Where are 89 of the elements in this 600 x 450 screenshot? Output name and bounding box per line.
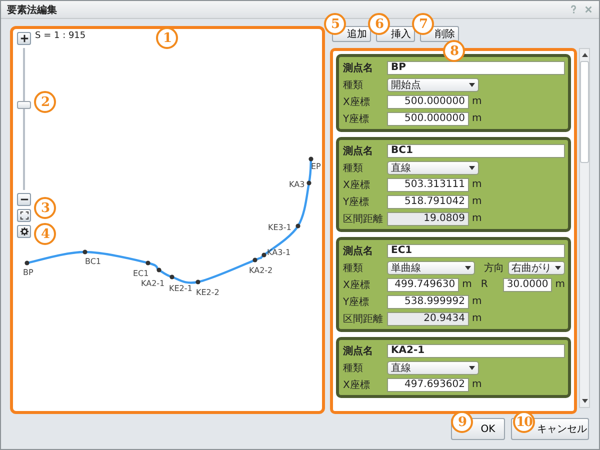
field-label: Y座標: [343, 296, 370, 308]
field-label: Y座標: [343, 196, 370, 208]
survey-point[interactable]: [252, 258, 258, 262]
type-dropdown[interactable]: 単曲線: [387, 260, 475, 274]
plus-icon: [20, 34, 28, 43]
point-name-field[interactable]: KA2-1: [387, 344, 565, 358]
field-label: 種類: [343, 362, 364, 374]
point-label: KE2-2: [196, 288, 220, 297]
scale-label: S = 1 : 915: [35, 31, 86, 41]
unit-label: m: [472, 213, 482, 224]
coordinate-field[interactable]: 499.749630: [387, 278, 460, 292]
slider-thumb[interactable]: [17, 100, 31, 109]
radius-field[interactable]: 30.0000: [502, 278, 552, 292]
scrollbar[interactable]: [579, 48, 590, 408]
zoom-out-button[interactable]: [17, 193, 31, 206]
type-dropdown[interactable]: 直線: [387, 360, 479, 374]
caret-icon: [555, 266, 561, 270]
field-label: R: [480, 279, 489, 290]
direction-dropdown[interactable]: 右曲がり: [508, 260, 565, 274]
coordinate-field[interactable]: 503.313111: [387, 178, 469, 192]
scrollbar-thumb[interactable]: [580, 61, 589, 163]
window-title: 要素法編集: [7, 4, 58, 16]
coordinate-field[interactable]: 538.999992: [387, 294, 469, 308]
unit-label: m: [472, 379, 482, 390]
survey-point[interactable]: [308, 156, 314, 162]
point-label: BP: [23, 268, 34, 277]
unit-label: m: [472, 296, 482, 307]
unit-label: m: [472, 113, 482, 124]
field-label: 測点名: [343, 244, 374, 258]
field-label: X座標: [343, 178, 371, 192]
field-label: Y座標: [343, 112, 370, 126]
caret-icon: [469, 166, 475, 170]
coordinate-field[interactable]: 497.693602: [387, 378, 469, 392]
point-label: KA3: [289, 180, 305, 189]
type-dropdown[interactable]: 直線: [387, 160, 479, 174]
field-label: X座標: [343, 96, 371, 108]
point-label: KA3-1: [267, 248, 291, 257]
point-name-field[interactable]: BC1: [387, 144, 565, 158]
field-label: 測点名: [343, 344, 374, 358]
survey-point[interactable]: [146, 260, 150, 266]
point-label: EP: [311, 162, 321, 171]
coordinate-field[interactable]: 518.791042: [387, 194, 469, 208]
caret-icon: [469, 82, 475, 86]
survey-point[interactable]: [82, 250, 88, 254]
unit-label: m: [472, 96, 482, 107]
unit-label: m: [462, 279, 472, 290]
point-label: KE2-1: [169, 284, 192, 293]
coordinate-field[interactable]: 500.000000: [387, 112, 469, 126]
coordinate-field[interactable]: 500.000000: [387, 94, 469, 108]
survey-point[interactable]: [170, 274, 174, 280]
settings-button[interactable]: [17, 225, 31, 238]
fit-view-icon: [20, 211, 28, 220]
survey-point[interactable]: [196, 280, 200, 284]
field-label: 種類: [343, 162, 364, 174]
field-label: 測点名: [343, 144, 374, 158]
field-label: 方向: [484, 262, 505, 274]
unit-label: m: [472, 313, 482, 324]
survey-point[interactable]: [156, 268, 162, 272]
caret-icon: [469, 366, 475, 370]
distance-field: 20.9434: [387, 312, 469, 326]
field-label: X座標: [343, 378, 371, 392]
point-label: EC1: [133, 269, 149, 278]
unit-label: m: [555, 279, 565, 290]
field-label: 種類: [343, 78, 364, 92]
point-label: KA2-1: [141, 279, 165, 288]
type-dropdown[interactable]: 開始点: [387, 78, 479, 92]
point-label: KA2-2: [249, 266, 273, 275]
point-name-field[interactable]: BP: [387, 60, 565, 74]
unit-label: m: [472, 196, 482, 207]
gear-icon: [20, 227, 28, 236]
scroll-up-icon[interactable]: [582, 53, 588, 57]
field-label: 測点名: [343, 62, 374, 74]
caret-icon: [464, 266, 471, 270]
survey-point[interactable]: [24, 260, 30, 266]
survey-point[interactable]: [306, 180, 312, 186]
field-label: 区間距離: [343, 312, 384, 326]
unit-label: m: [472, 179, 482, 190]
field-label: X座標: [343, 278, 371, 292]
distance-field: 19.0809: [387, 212, 469, 226]
field-label: 種類: [343, 262, 364, 274]
point-name-field[interactable]: EC1: [387, 244, 565, 258]
survey-point[interactable]: [296, 224, 300, 228]
fit-view-button[interactable]: [17, 209, 31, 222]
field-label: 区間距離: [343, 212, 384, 226]
point-label: KE3-1: [268, 223, 292, 232]
point-label: BC1: [85, 257, 102, 266]
zoom-in-button[interactable]: [17, 32, 31, 45]
scroll-down-icon[interactable]: [582, 399, 588, 403]
survey-point[interactable]: [262, 252, 266, 258]
